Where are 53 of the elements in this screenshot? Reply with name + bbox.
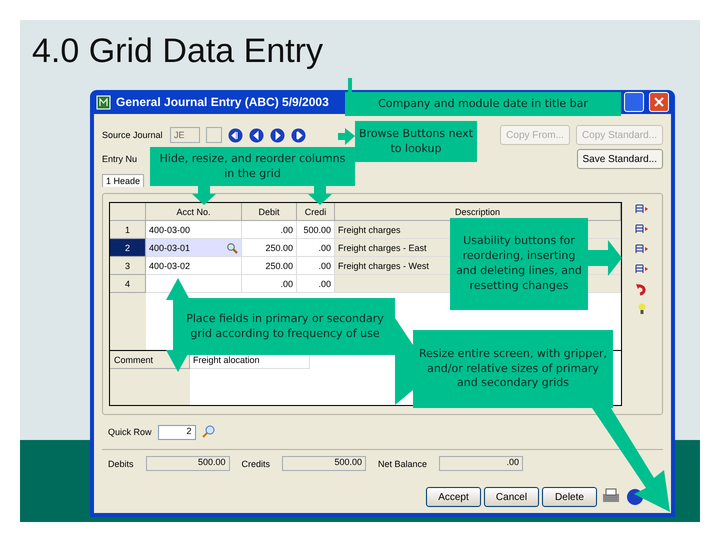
row-number[interactable]: 3 xyxy=(110,257,146,275)
table-cell: 250.00 xyxy=(242,239,297,257)
table-cell: 400-03-02 xyxy=(146,257,242,275)
action-button[interactable]: Cancel xyxy=(484,487,539,507)
table-cell: .00 xyxy=(242,275,297,293)
action-button[interactable]: Delete xyxy=(542,487,597,507)
search-icon[interactable] xyxy=(226,242,238,254)
readonly-field: 500.00 xyxy=(146,456,230,471)
arrow xyxy=(338,128,355,145)
toolbar-button[interactable]: Save Standard... xyxy=(576,149,663,169)
row-number[interactable]: 1 xyxy=(110,221,146,239)
lines-icon[interactable] xyxy=(635,262,649,276)
callout: Company and module date in title bar xyxy=(345,92,621,116)
tab[interactable]: 1 Heade xyxy=(102,174,144,187)
lines-icon[interactable] xyxy=(635,242,649,256)
lines-icon[interactable] xyxy=(635,202,649,216)
column-header[interactable]: Description xyxy=(335,203,621,221)
close-button[interactable] xyxy=(649,92,669,112)
readonly-field: 500.00 xyxy=(282,456,366,471)
field-label: Debits xyxy=(108,458,134,468)
action-button[interactable]: Accept xyxy=(426,487,481,507)
slide-title: 4.0 Grid Data Entry xyxy=(32,32,324,71)
column-header[interactable]: Credi xyxy=(297,203,335,221)
window-title: General Journal Entry (ABC) 5/9/2003 xyxy=(116,95,329,109)
field-label: Credits xyxy=(242,458,270,468)
readonly-field: .00 xyxy=(439,456,524,471)
callout: Usability buttons for reordering, inserting and deleting lines, and resetting changes xyxy=(450,218,588,310)
callout: Browse Buttons next to lookup xyxy=(355,121,477,162)
browse-button[interactable] xyxy=(270,128,285,142)
arrow xyxy=(588,240,622,276)
column-header xyxy=(110,203,146,221)
table-cell: .00 xyxy=(242,221,297,239)
arrow xyxy=(192,186,216,205)
field-label: Net Balance xyxy=(378,458,428,468)
callout: Hide, resize, and reorder columns in the grid xyxy=(150,147,355,186)
input-field[interactable]: JE xyxy=(170,127,200,143)
app-icon xyxy=(96,94,111,110)
maximize-button[interactable] xyxy=(624,92,644,112)
row-number[interactable]: 2 xyxy=(110,239,146,257)
column-header[interactable]: Acct No. xyxy=(146,203,242,221)
field-label: Source Journal xyxy=(102,129,164,142)
row-number[interactable]: 4 xyxy=(110,275,146,293)
browse-button[interactable] xyxy=(228,128,243,142)
close-icon xyxy=(654,97,664,107)
lines-icon[interactable] xyxy=(635,222,649,236)
search-icon[interactable] xyxy=(202,425,216,439)
field-label: Quick Row xyxy=(108,427,152,437)
table-cell: 250.00 xyxy=(242,257,297,275)
browse-button[interactable] xyxy=(291,128,306,142)
browse-button[interactable] xyxy=(249,128,264,142)
arrow xyxy=(308,186,332,205)
column-header[interactable]: Debit xyxy=(242,203,297,221)
input-field[interactable]: 2 xyxy=(158,424,196,440)
